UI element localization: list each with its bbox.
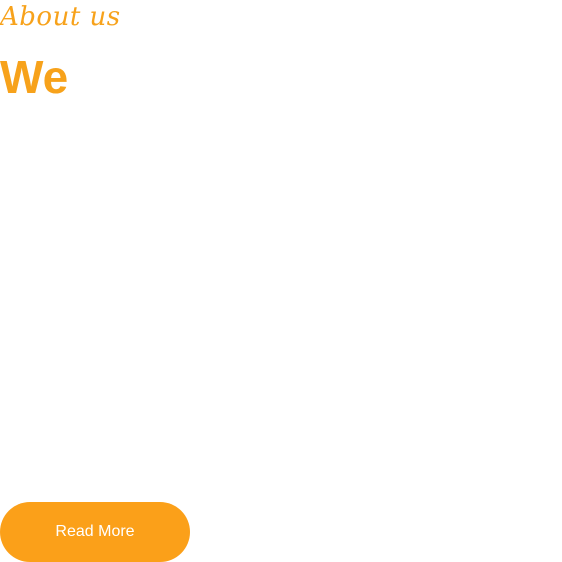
about-section: About us We Read More — [0, 0, 562, 562]
about-headline: We — [0, 51, 69, 103]
read-more-button[interactable]: Read More — [0, 502, 190, 562]
about-eyebrow: About us — [0, 2, 121, 32]
